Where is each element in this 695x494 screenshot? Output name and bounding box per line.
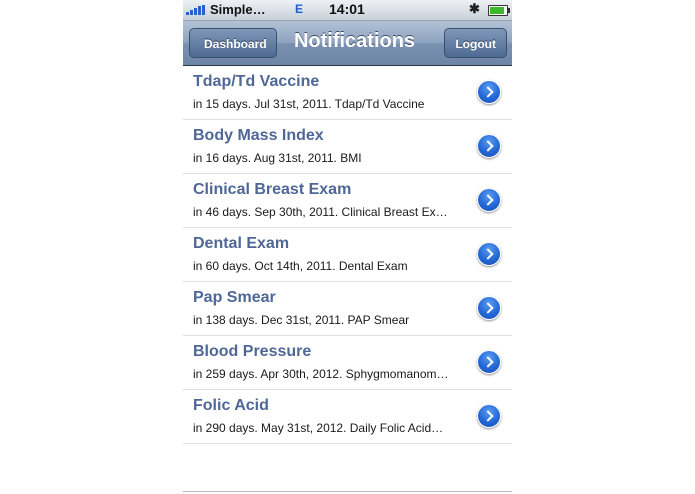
notification-title: Clinical Breast Exam [193, 181, 352, 198]
navigation-bar: Dashboard Notifications Logout [183, 21, 512, 66]
list-item[interactable]: Blood Pressure in 259 days. Apr 30th, 201… [183, 336, 512, 390]
bluetooth-icon: ✱ [469, 1, 480, 16]
notification-title: Body Mass Index [193, 127, 324, 144]
list-item[interactable]: Clinical Breast Exam in 46 days. Sep 30th… [183, 174, 512, 228]
notification-detail: in 60 days. Oct 14th, 2011. Dental Exam [193, 259, 408, 273]
notification-detail: in 15 days. Jul 31st, 2011. Tdap/Td Vacc… [193, 97, 425, 111]
disclosure-arrow-icon[interactable] [477, 80, 501, 104]
notification-detail: in 290 days. May 31st, 2012. Daily Folic… [193, 421, 444, 435]
battery-level [490, 7, 504, 14]
logout-button[interactable]: Logout [444, 28, 507, 58]
notification-title: Folic Acid [193, 397, 269, 414]
disclosure-arrow-icon[interactable] [477, 134, 501, 158]
notification-detail: in 46 days. Sep 30th, 2011. Clinical Bre… [193, 205, 448, 219]
signal-bars-icon [186, 5, 208, 15]
disclosure-arrow-icon[interactable] [477, 242, 501, 266]
disclosure-arrow-icon[interactable] [477, 404, 501, 428]
phone-screen: Simple… E 14:01 ✱ Dashboard Notification… [183, 0, 512, 494]
list-item[interactable]: Body Mass Index in 16 days. Aug 31st, 201… [183, 120, 512, 174]
notification-title: Pap Smear [193, 289, 276, 306]
notification-detail: in 16 days. Aug 31st, 2011. BMI [193, 151, 362, 165]
list-item[interactable]: Pap Smear in 138 days. Dec 31st, 2011. PA… [183, 282, 512, 336]
disclosure-arrow-icon[interactable] [477, 188, 501, 212]
notification-detail: in 138 days. Dec 31st, 2011. PAP Smear [193, 313, 410, 327]
bottom-divider [183, 491, 512, 492]
notification-detail: in 259 days. Apr 30th, 2012. Sphygmomano… [193, 367, 449, 381]
list-item[interactable]: Folic Acid in 290 days. May 31st, 2012. D… [183, 390, 512, 444]
status-time: 14:01 [329, 1, 365, 17]
list-item[interactable]: Dental Exam in 60 days. Oct 14th, 2011. D… [183, 228, 512, 282]
carrier-name: Simple… [210, 2, 266, 17]
disclosure-arrow-icon[interactable] [477, 296, 501, 320]
network-type: E [295, 2, 304, 16]
list-item[interactable]: Tdap/Td Vaccine in 15 days. Jul 31st, 201… [183, 66, 512, 120]
notifications-list: Tdap/Td Vaccine in 15 days. Jul 31st, 201… [183, 66, 512, 444]
battery-icon [488, 5, 510, 16]
disclosure-arrow-icon[interactable] [477, 350, 501, 374]
status-bar: Simple… E 14:01 ✱ [183, 0, 512, 21]
notification-title: Dental Exam [193, 235, 290, 252]
notification-title: Blood Pressure [193, 343, 312, 360]
notification-title: Tdap/Td Vaccine [193, 73, 320, 90]
